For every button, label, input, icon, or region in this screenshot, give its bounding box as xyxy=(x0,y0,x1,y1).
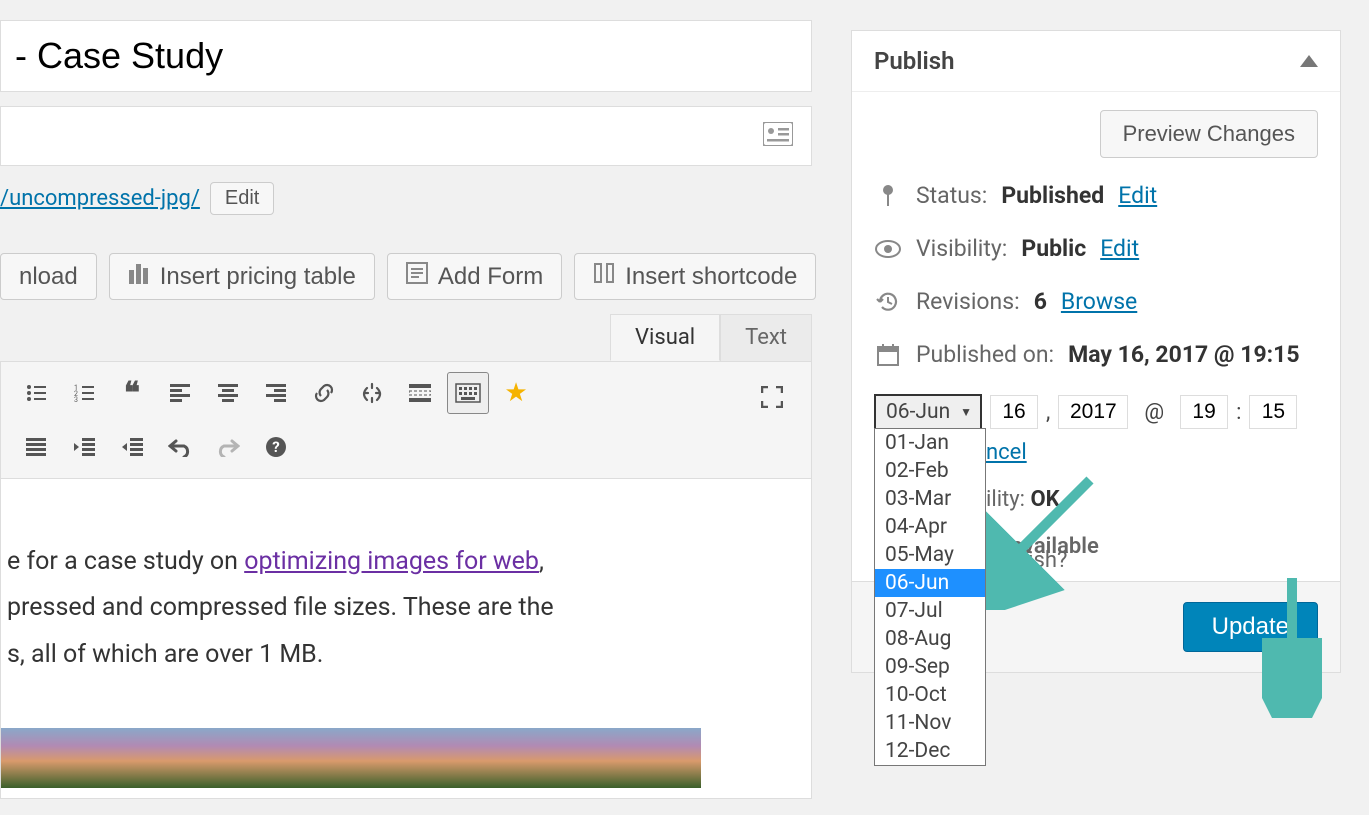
content-link[interactable]: optimizing images for web xyxy=(244,547,539,576)
insert-pricing-table-button[interactable]: Insert pricing table xyxy=(109,253,375,300)
editor-toolbar: 123 ❝ ★ ? xyxy=(0,361,812,479)
edit-visibility-link[interactable]: Edit xyxy=(1100,235,1139,262)
tab-visual[interactable]: Visual xyxy=(610,314,720,361)
published-on-label: Published on: xyxy=(916,341,1054,368)
status-value: Published xyxy=(1001,182,1104,209)
keyboard-icon[interactable] xyxy=(447,372,489,414)
content-text: pressed and compressed file sizes. These… xyxy=(7,593,554,622)
align-justify-icon[interactable] xyxy=(15,426,57,468)
read-more-icon[interactable] xyxy=(399,372,441,414)
fullscreen-icon[interactable] xyxy=(751,376,793,418)
year-input[interactable] xyxy=(1058,395,1128,429)
month-option[interactable]: 03-Mar xyxy=(875,485,985,513)
pin-icon xyxy=(874,184,902,208)
content-text: e for a case study on xyxy=(7,547,244,576)
tab-text[interactable]: Text xyxy=(720,314,812,361)
outdent-icon[interactable] xyxy=(63,426,105,468)
unlink-icon[interactable] xyxy=(351,372,393,414)
month-select[interactable]: 06-Jun xyxy=(874,394,982,430)
upload-button[interactable]: nload xyxy=(0,253,97,300)
link-icon[interactable] xyxy=(303,372,345,414)
align-left-icon[interactable] xyxy=(159,372,201,414)
blockquote-icon[interactable]: ❝ xyxy=(111,372,153,414)
collapse-icon[interactable] xyxy=(1300,55,1318,67)
star-icon[interactable]: ★ xyxy=(495,372,537,414)
help-icon[interactable]: ? xyxy=(255,426,297,468)
panel-title: Publish xyxy=(874,47,955,75)
day-input[interactable] xyxy=(990,395,1038,429)
undo-icon[interactable] xyxy=(159,426,201,468)
edit-permalink-button[interactable]: Edit xyxy=(210,182,274,215)
calendar-icon xyxy=(874,344,902,366)
content-image xyxy=(1,728,701,788)
month-dropdown[interactable]: 01-Jan02-Feb03-Mar04-Apr05-May06-Jun07-J… xyxy=(874,428,986,766)
month-option[interactable]: 04-Apr xyxy=(875,513,985,541)
readability-value: OK xyxy=(1030,487,1059,512)
publish-panel: Publish Preview Changes Status: Publishe… xyxy=(851,30,1341,673)
indent-icon[interactable] xyxy=(111,426,153,468)
add-form-button[interactable]: Add Form xyxy=(387,253,562,300)
svg-text:3: 3 xyxy=(74,396,78,403)
bar-chart-icon xyxy=(128,262,150,291)
permalink-url[interactable]: /uncompressed-jpg/ xyxy=(0,186,200,211)
month-option[interactable]: 10-Oct xyxy=(875,681,985,709)
month-option[interactable]: 02-Feb xyxy=(875,457,985,485)
month-option[interactable]: 06-Jun xyxy=(875,569,985,597)
list-ol-icon[interactable]: 123 xyxy=(63,372,105,414)
month-option[interactable]: 09-Sep xyxy=(875,653,985,681)
month-option[interactable]: 01-Jan xyxy=(875,429,985,457)
published-on-value: May 16, 2017 @ 19:15 xyxy=(1068,341,1299,368)
revisions-count: 6 xyxy=(1034,288,1047,315)
month-option[interactable]: 05-May xyxy=(875,541,985,569)
month-option[interactable]: 11-Nov xyxy=(875,709,985,737)
post-title-input[interactable] xyxy=(0,20,812,92)
edit-status-link[interactable]: Edit xyxy=(1118,182,1157,209)
history-icon xyxy=(874,290,902,314)
status-label: Status: xyxy=(916,182,987,209)
permalink-box xyxy=(0,106,812,166)
list-ul-icon[interactable] xyxy=(15,372,57,414)
visibility-value: Public xyxy=(1021,235,1086,262)
editor-content[interactable]: e for a case study on optimizing images … xyxy=(0,479,812,799)
month-option[interactable]: 07-Jul xyxy=(875,597,985,625)
cancel-link[interactable]: ncel xyxy=(986,440,1027,465)
revisions-label: Revisions: xyxy=(916,288,1020,315)
preview-changes-button[interactable]: Preview Changes xyxy=(1100,110,1318,158)
visibility-label: Visibility: xyxy=(916,235,1007,262)
minute-input[interactable] xyxy=(1249,395,1297,429)
hour-input[interactable] xyxy=(1180,395,1228,429)
month-option[interactable]: 08-Aug xyxy=(875,625,985,653)
update-button[interactable]: Update xyxy=(1183,602,1318,652)
form-icon xyxy=(406,262,428,291)
publish-question-text: publish? xyxy=(986,548,1067,573)
shortcode-icon xyxy=(593,262,615,291)
eye-icon xyxy=(874,240,902,258)
month-option[interactable]: 12-Dec xyxy=(875,737,985,765)
svg-text:?: ? xyxy=(272,438,279,456)
browse-revisions-link[interactable]: Browse xyxy=(1061,288,1137,315)
insert-shortcode-button[interactable]: Insert shortcode xyxy=(574,253,816,300)
redo-icon[interactable] xyxy=(207,426,249,468)
align-center-icon[interactable] xyxy=(207,372,249,414)
card-icon xyxy=(763,122,793,150)
content-text: s, all of which are over 1 MB. xyxy=(7,640,323,669)
align-right-icon[interactable] xyxy=(255,372,297,414)
